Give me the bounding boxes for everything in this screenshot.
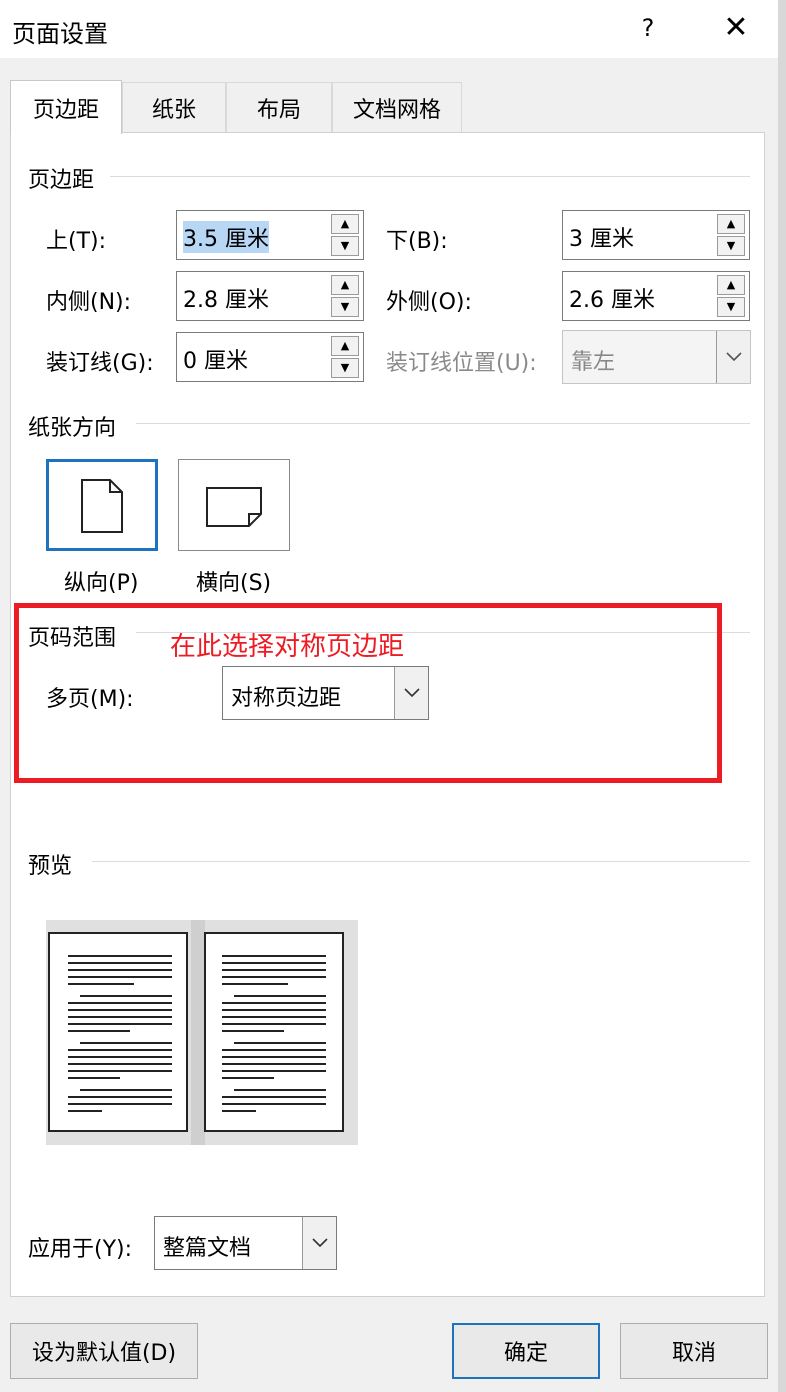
- margins-section-label: 页边距: [28, 162, 103, 194]
- portrait-button[interactable]: [46, 459, 158, 551]
- spin-down-icon[interactable]: ▼: [331, 297, 359, 317]
- title-bar: 页面设置 ? ✕: [0, 0, 786, 58]
- bottom-margin-value[interactable]: 3 厘米: [569, 221, 634, 253]
- preview-image: [46, 920, 358, 1145]
- chevron-down-icon: [716, 331, 750, 383]
- dialog-title: 页面设置: [12, 20, 108, 48]
- outside-margin-label: 外侧(O):: [386, 290, 472, 315]
- ok-button[interactable]: 确定: [452, 1323, 600, 1379]
- divider: [92, 861, 750, 862]
- inside-margin-value[interactable]: 2.8 厘米: [183, 282, 269, 314]
- divider: [136, 423, 750, 424]
- spin-down-icon[interactable]: ▼: [331, 358, 359, 378]
- inside-margin-label: 内侧(N):: [46, 290, 132, 315]
- chevron-down-icon[interactable]: [302, 1217, 336, 1269]
- gutter-position-select: 靠左: [562, 330, 751, 384]
- portrait-page-icon: [81, 479, 123, 533]
- top-margin-label: 上(T):: [46, 229, 107, 254]
- window-edge: [778, 0, 786, 1392]
- outside-margin-spinner[interactable]: 2.6 厘米 ▲ ▼: [562, 271, 750, 321]
- preview-left-page: [48, 932, 188, 1132]
- annotation-text: 在此选择对称页边距: [170, 632, 405, 662]
- gutter-label: 装订线(G):: [46, 351, 154, 376]
- spin-up-icon[interactable]: ▲: [717, 275, 745, 295]
- inside-margin-spinner[interactable]: 2.8 厘米 ▲ ▼: [176, 271, 364, 321]
- landscape-button[interactable]: [178, 459, 290, 551]
- help-button[interactable]: ?: [630, 10, 666, 46]
- apply-to-value[interactable]: 整篇文档: [163, 1230, 251, 1262]
- spin-up-icon[interactable]: ▲: [331, 336, 359, 356]
- preview-right-page: [204, 932, 344, 1132]
- apply-to-label: 应用于(Y):: [28, 1237, 133, 1262]
- outside-margin-value[interactable]: 2.6 厘米: [569, 282, 655, 314]
- gutter-position-value: 靠左: [571, 350, 616, 375]
- spin-up-icon[interactable]: ▲: [331, 214, 359, 234]
- set-default-button[interactable]: 设为默认值(D): [10, 1323, 198, 1379]
- orientation-section-label: 纸张方向: [28, 410, 125, 442]
- spin-up-icon[interactable]: ▲: [717, 214, 745, 234]
- bottom-margin-spinner[interactable]: 3 厘米 ▲ ▼: [562, 210, 750, 260]
- spin-down-icon[interactable]: ▼: [717, 297, 745, 317]
- landscape-page-icon: [206, 487, 262, 527]
- spin-up-icon[interactable]: ▲: [331, 275, 359, 295]
- gutter-position-label: 装订线位置(U):: [386, 351, 537, 376]
- apply-to-select[interactable]: 整篇文档: [154, 1216, 337, 1270]
- divider: [110, 176, 750, 177]
- top-margin-value[interactable]: 3.5 厘米: [183, 221, 269, 253]
- gutter-value[interactable]: 0 厘米: [183, 343, 248, 375]
- spin-down-icon[interactable]: ▼: [717, 236, 745, 256]
- tab-margins[interactable]: 页边距: [10, 80, 122, 134]
- top-margin-spinner[interactable]: 3.5 厘米 ▲ ▼: [176, 210, 364, 260]
- close-button[interactable]: ✕: [716, 10, 756, 46]
- portrait-label[interactable]: 纵向(P): [64, 565, 138, 597]
- preview-section-label: 预览: [28, 848, 81, 880]
- preview-gutter: [191, 920, 205, 1145]
- bottom-margin-label: 下(B):: [386, 229, 448, 254]
- spin-down-icon[interactable]: ▼: [331, 236, 359, 256]
- tab-layout[interactable]: 布局: [226, 82, 332, 132]
- tab-document-grid[interactable]: 文档网格: [332, 82, 462, 132]
- gutter-spinner[interactable]: 0 厘米 ▲ ▼: [176, 332, 364, 382]
- tab-paper[interactable]: 纸张: [122, 82, 226, 132]
- cancel-button[interactable]: 取消: [620, 1323, 768, 1379]
- landscape-label[interactable]: 横向(S): [196, 565, 271, 597]
